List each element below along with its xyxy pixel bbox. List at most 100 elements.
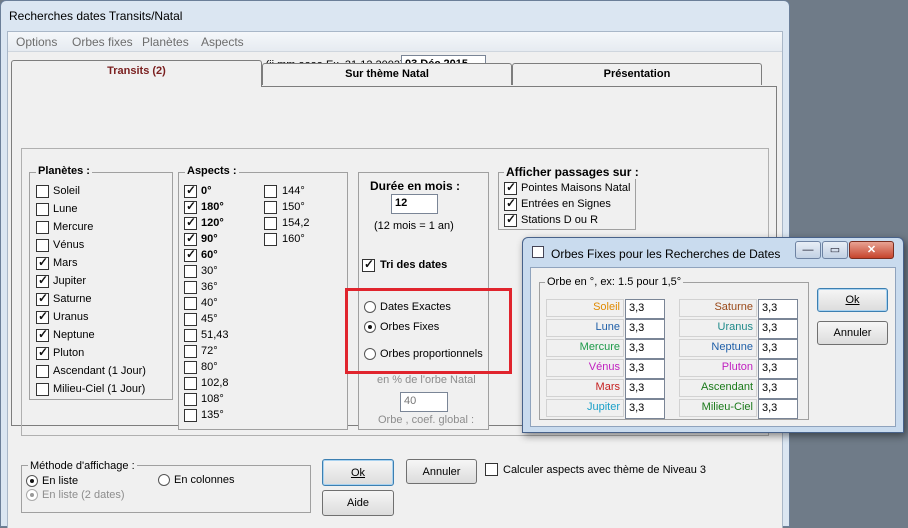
planete-checkbox[interactable]: [36, 255, 49, 270]
dialog-annuler-button[interactable]: Annuler: [817, 321, 888, 345]
aspect-checkbox[interactable]: [184, 183, 197, 198]
aspect-checkbox[interactable]: [184, 409, 197, 422]
planete-label: Saturne: [53, 293, 92, 305]
coef-label: Orbe , coef. global :: [378, 414, 474, 426]
aspect-label: 80°: [201, 361, 218, 373]
dialog-title: Orbes Fixes pour les Recherches de Dates: [551, 247, 781, 261]
dialog-ok-button[interactable]: Ok: [817, 288, 888, 312]
duree-input[interactable]: 12: [391, 194, 438, 214]
aspect-checkbox[interactable]: [184, 329, 197, 342]
niveau3-checkbox[interactable]: [485, 463, 498, 476]
planete-checkbox[interactable]: [36, 309, 49, 324]
radio-en-colonnes-label: En colonnes: [174, 474, 235, 486]
aspect-checkbox[interactable]: [184, 345, 197, 358]
aspect-checkbox[interactable]: [184, 215, 197, 230]
planete-label: Vénus: [53, 239, 85, 251]
main-window-title: Recherches dates Transits/Natal: [9, 9, 183, 23]
orbe-label: Jupiter: [586, 401, 620, 413]
planete-checkbox[interactable]: [36, 291, 49, 306]
niveau3-label: Calculer aspects avec thème de Niveau 3: [503, 464, 706, 476]
aspect-checkbox[interactable]: [264, 217, 277, 230]
planete-checkbox[interactable]: [36, 239, 49, 252]
aspect-checkbox[interactable]: [184, 199, 197, 214]
tab-sur-theme-natal[interactable]: Sur thème Natal: [262, 63, 512, 85]
planete-label: Soleil: [53, 185, 80, 197]
highlight-annotation: [345, 288, 512, 374]
planete-checkbox[interactable]: [36, 273, 49, 288]
menu-planetes[interactable]: Planètes: [142, 35, 189, 49]
orbe-input[interactable]: 3,3: [758, 319, 798, 339]
tab-transits[interactable]: Transits (2): [11, 60, 262, 87]
orbe-input[interactable]: 3,3: [758, 339, 798, 359]
tab-presentation[interactable]: Présentation: [512, 63, 762, 85]
aspect-label: 150°: [282, 201, 305, 213]
aspect-label: 60°: [201, 249, 218, 261]
aspect-label: 72°: [201, 345, 218, 357]
orbe-input[interactable]: 3,3: [758, 399, 798, 419]
passage-label: Entrées en Signes: [521, 198, 611, 210]
aide-button[interactable]: Aide: [322, 490, 394, 516]
radio-en-liste[interactable]: [26, 475, 38, 487]
radio-en-liste-2-dates[interactable]: [26, 489, 38, 501]
pct-input[interactable]: 40: [400, 392, 448, 412]
radio-en-liste-label: En liste: [42, 475, 79, 487]
menu-aspects[interactable]: Aspects: [201, 35, 244, 49]
menu-bar: Options Orbes fixes Planètes Aspects: [8, 32, 782, 52]
aspects-title: Aspects :: [185, 165, 239, 177]
orbe-input[interactable]: 3,3: [625, 299, 665, 319]
planete-checkbox[interactable]: [36, 221, 49, 234]
aspect-checkbox[interactable]: [184, 281, 197, 294]
menu-orbes-fixes[interactable]: Orbes fixes: [72, 35, 133, 49]
aspect-checkbox[interactable]: [184, 361, 197, 374]
close-icon[interactable]: ✕: [849, 241, 894, 259]
planete-checkbox[interactable]: [36, 383, 49, 396]
orbe-label: Milieu-Ciel: [701, 401, 753, 413]
pct-label: en % de l'orbe Natal: [377, 374, 476, 386]
aspect-label: 36°: [201, 281, 218, 293]
aspect-checkbox[interactable]: [184, 393, 197, 406]
orbe-input[interactable]: 3,3: [625, 399, 665, 419]
minimize-icon[interactable]: —: [795, 241, 821, 259]
orbe-label: Mars: [595, 381, 620, 393]
planete-label: Jupiter: [53, 275, 87, 287]
tri-dates-checkbox[interactable]: [362, 257, 375, 272]
aspect-label: 0°: [201, 185, 212, 197]
planete-label: Milieu-Ciel (1 Jour): [53, 383, 146, 395]
planete-checkbox[interactable]: [36, 327, 49, 342]
orbe-input[interactable]: 3,3: [758, 379, 798, 399]
aspect-checkbox[interactable]: [184, 231, 197, 246]
planete-checkbox[interactable]: [36, 185, 49, 198]
aspect-checkbox[interactable]: [184, 247, 197, 262]
planete-checkbox[interactable]: [36, 345, 49, 360]
aspect-checkbox[interactable]: [264, 233, 277, 246]
radio-en-colonnes[interactable]: [158, 474, 170, 486]
maximize-icon[interactable]: ▭: [822, 241, 848, 259]
passage-checkbox[interactable]: [504, 196, 517, 211]
orbes-fixes-dialog: Orbes Fixes pour les Recherches de Dates…: [522, 237, 904, 433]
planete-checkbox[interactable]: [36, 365, 49, 378]
planete-label: Ascendant (1 Jour): [53, 365, 146, 377]
passage-label: Stations D ou R: [521, 214, 599, 226]
aspect-label: 180°: [201, 201, 224, 213]
main-titlebar[interactable]: Recherches dates Transits/Natal: [1, 1, 789, 31]
passage-checkbox[interactable]: [504, 180, 517, 195]
planete-checkbox[interactable]: [36, 203, 49, 216]
orbe-input[interactable]: 3,3: [625, 339, 665, 359]
planete-label: Uranus: [53, 311, 89, 323]
aspect-checkbox[interactable]: [184, 297, 197, 310]
annuler-button[interactable]: Annuler: [406, 459, 477, 484]
orbe-input[interactable]: 3,3: [758, 359, 798, 379]
orbe-input[interactable]: 3,3: [758, 299, 798, 319]
aspect-checkbox[interactable]: [184, 265, 197, 278]
passage-checkbox[interactable]: [504, 212, 517, 227]
ok-button[interactable]: Ok: [322, 459, 394, 486]
aspect-checkbox[interactable]: [184, 377, 197, 390]
aspect-checkbox[interactable]: [184, 313, 197, 326]
menu-options[interactable]: Options: [16, 35, 57, 49]
aspect-checkbox[interactable]: [264, 185, 277, 198]
orbe-input[interactable]: 3,3: [625, 319, 665, 339]
orbe-input[interactable]: 3,3: [625, 379, 665, 399]
orbe-input[interactable]: 3,3: [625, 359, 665, 379]
duree-title: Durée en mois :: [370, 179, 461, 193]
aspect-checkbox[interactable]: [264, 201, 277, 214]
